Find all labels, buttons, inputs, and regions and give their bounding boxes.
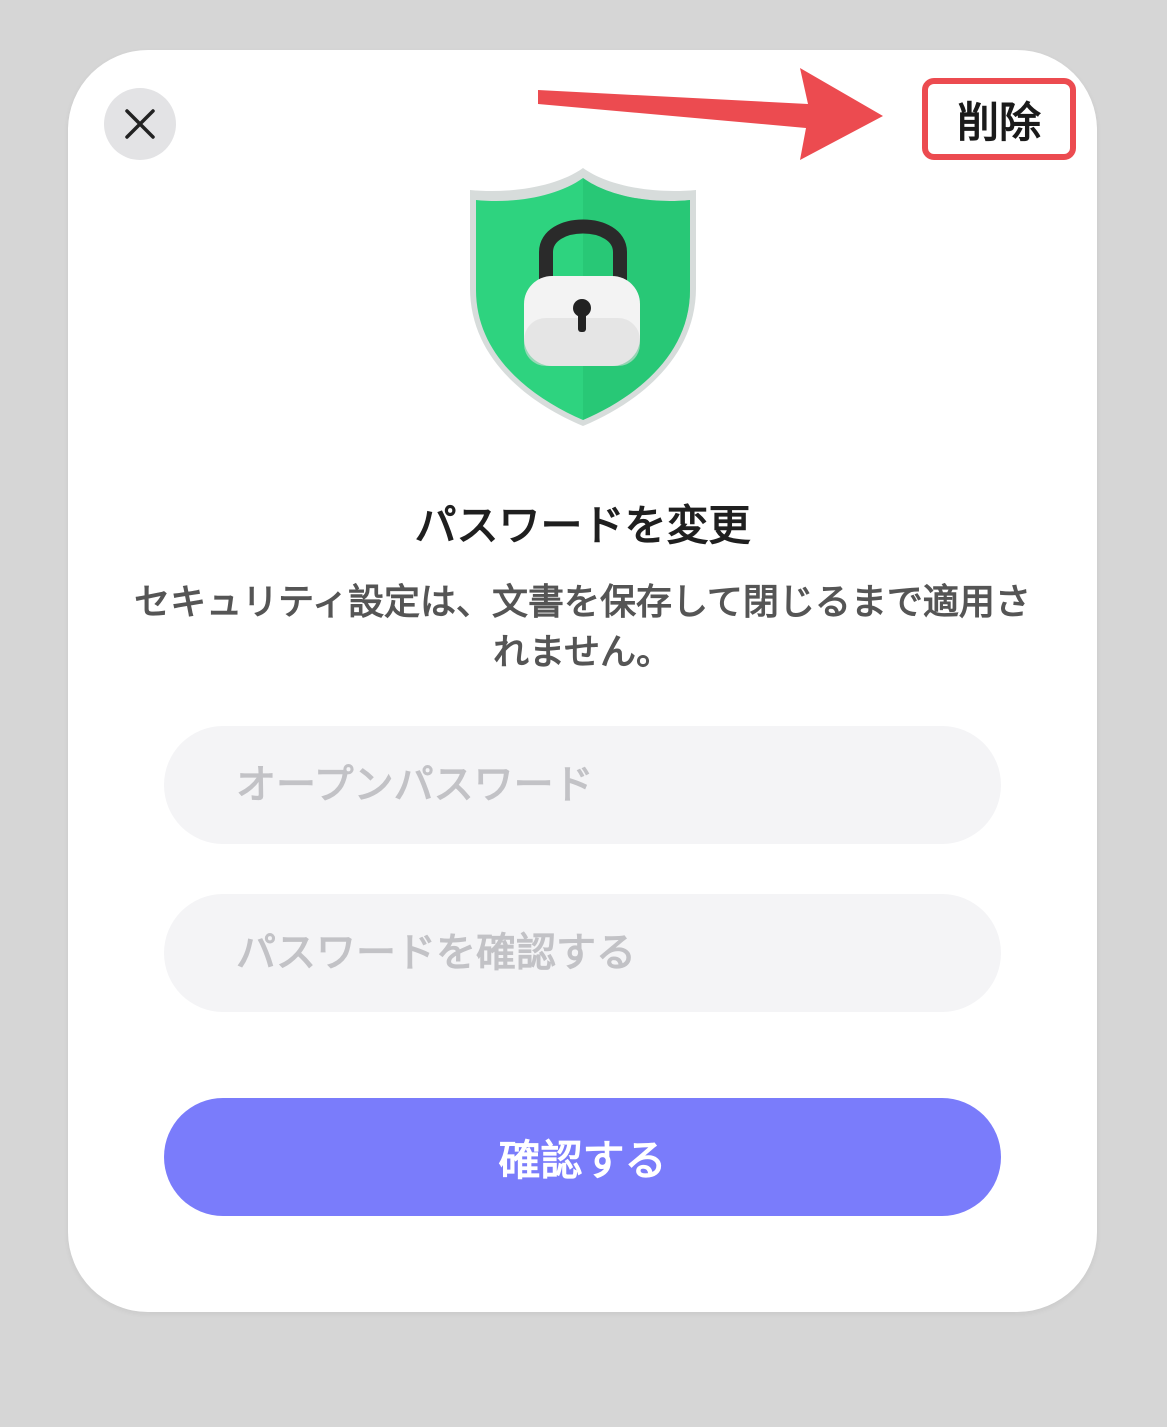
remove-button[interactable]: 削除: [922, 78, 1076, 160]
confirm-password-input[interactable]: [164, 894, 1001, 1012]
dialog-title: パスワードを変更: [414, 501, 751, 550]
close-icon: [125, 109, 155, 139]
change-password-dialog: 削除 パスワードを変更 セキュリティ設定は、文書を保存して閉じるまで適用されませ…: [68, 50, 1097, 1312]
dialog-description: セキュリティ設定は、文書を保存して閉じるまで適用されません。: [134, 582, 1031, 673]
annotation-arrow: [538, 68, 883, 160]
close-button[interactable]: [104, 88, 176, 160]
confirm-button[interactable]: 確認する: [164, 1098, 1001, 1216]
shield-lock-icon: [470, 168, 696, 426]
open-password-input[interactable]: [164, 726, 1001, 844]
